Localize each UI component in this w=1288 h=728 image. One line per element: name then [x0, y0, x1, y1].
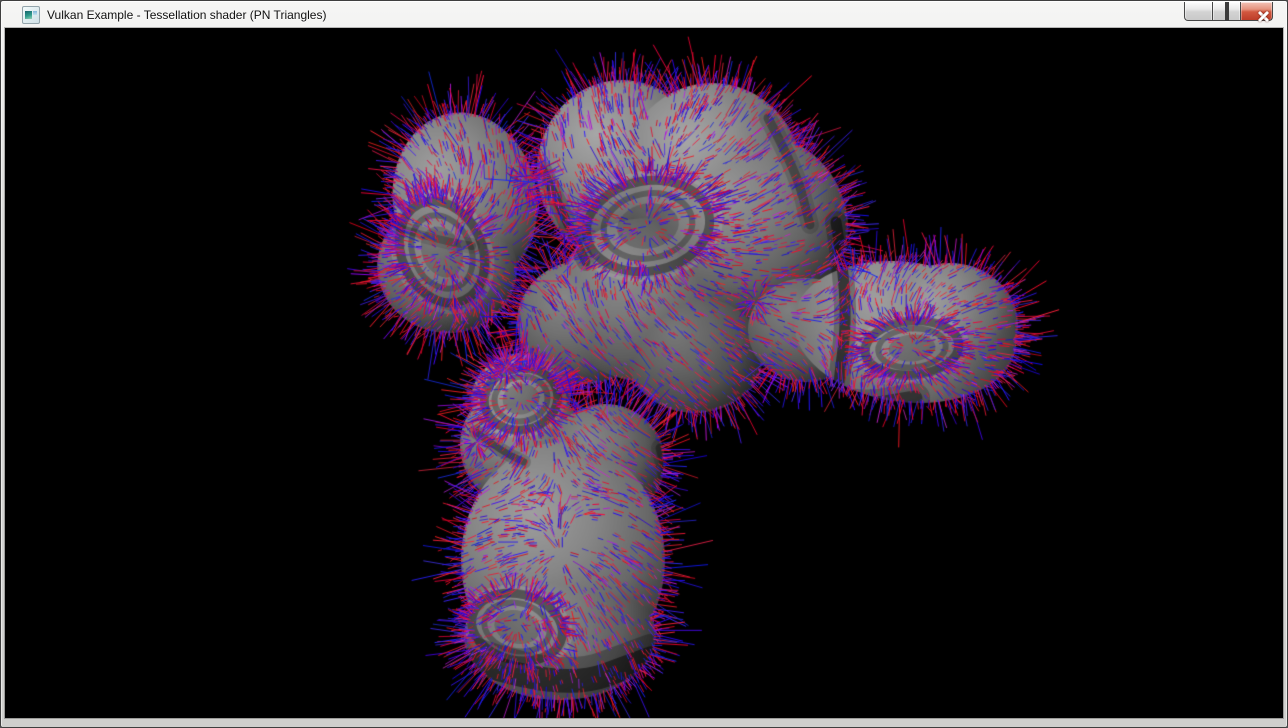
maximize-button[interactable] [1212, 2, 1241, 21]
app-window: Vulkan Example - Tessellation shader (PN… [0, 0, 1288, 728]
window-title: Vulkan Example - Tessellation shader (PN… [47, 8, 326, 22]
maximize-icon [1225, 2, 1229, 21]
titlebar[interactable]: Vulkan Example - Tessellation shader (PN… [1, 1, 1287, 28]
window-controls [1184, 2, 1273, 21]
close-button[interactable] [1240, 2, 1273, 21]
content-area [5, 28, 1283, 718]
app-icon[interactable] [22, 6, 40, 24]
minimize-button[interactable] [1184, 2, 1213, 21]
render-viewport[interactable] [5, 28, 1283, 718]
